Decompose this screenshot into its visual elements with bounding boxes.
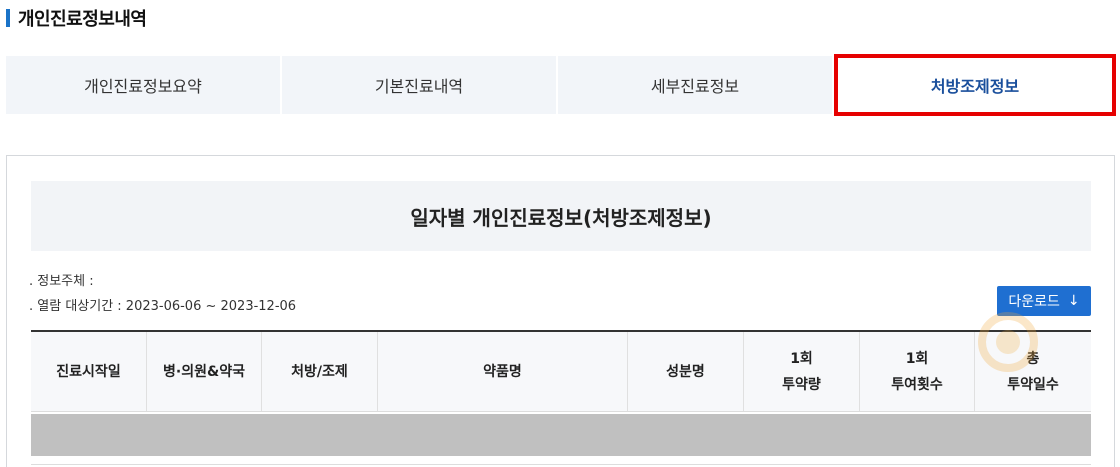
header-single-dose: 1회 투약량 [744,332,860,411]
table-header-row: 진료시작일 병·의원&약국 처방/조제 약품명 성분명 1회 투약량 1회 투여횟수… [31,332,1091,412]
tab-bar: 개인진료정보요약 기본진료내역 세부진료정보 처방조제정보 [6,54,1116,116]
header-start-date: 진료시작일 [31,332,147,411]
tab-basic-records[interactable]: 기본진료내역 [282,56,558,114]
redacted-row [31,414,1091,456]
document-title: 일자별 개인진료정보(처방조제정보) [31,181,1091,251]
page-header: 개인진료정보내역 [6,4,147,32]
view-period: . 열람 대상기간 : 2023-06-06 ~ 2023-12-06 [29,299,297,314]
tab-detailed-records[interactable]: 세부진료정보 [558,56,834,114]
arrow-down-icon: ↓ [1067,293,1080,309]
header-ingredient: 성분명 [628,332,744,411]
row-divider [31,464,1091,465]
header-hospital-pharmacy: 병·의원&약국 [147,332,262,411]
info-subject: . 정보주체 : [29,274,94,289]
watermark-logo-icon [978,312,1038,372]
header-drug-name: 약품명 [378,332,628,411]
title-accent-bar [6,9,10,27]
prescription-table: 진료시작일 병·의원&약국 처방/조제 약품명 성분명 1회 투약량 1회 투여횟수… [31,330,1091,465]
download-label: 다운로드 [1008,294,1060,310]
header-daily-frequency: 1회 투여횟수 [860,332,975,411]
page-title: 개인진료정보내역 [18,9,147,30]
header-prescription-type: 처방/조제 [262,332,378,411]
content-panel: 일자별 개인진료정보(처방조제정보) . 정보주체 : . 열람 대상기간 : … [6,155,1115,467]
tab-prescription[interactable]: 처방조제정보 [834,54,1116,116]
tab-summary[interactable]: 개인진료정보요약 [6,56,282,114]
